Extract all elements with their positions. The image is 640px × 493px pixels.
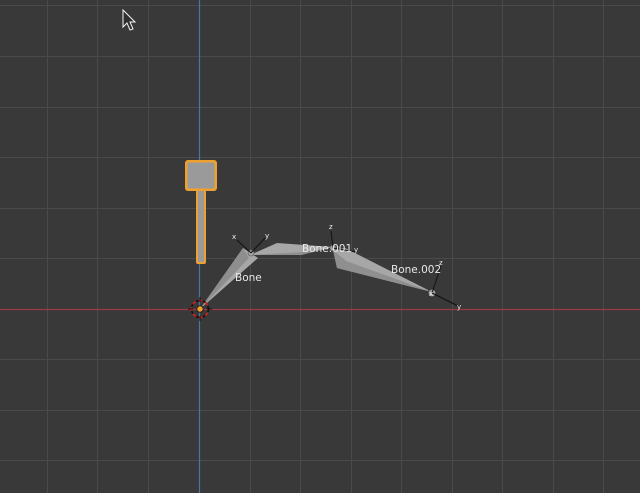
axis-letter-y: y: [354, 246, 358, 254]
3d-viewport[interactable]: x y z y z y x Bone Bone.001 Bone.002: [0, 0, 640, 493]
axis-letter-y: y: [457, 303, 461, 311]
viewport-canvas[interactable]: x y z y z y x Bone Bone.001 Bone.002: [0, 0, 640, 493]
axis-letter-z: z: [329, 223, 333, 231]
axis-letter-y: y: [265, 232, 269, 240]
axis-letter-x: x: [232, 233, 236, 241]
bone-label: Bone: [235, 272, 262, 284]
armature[interactable]: x y z y z y x Bone Bone.001 Bone.002: [200, 223, 461, 311]
mouse-pointer-icon: [122, 8, 137, 31]
bone-label: Bone.001: [302, 243, 352, 255]
light-object-icon[interactable]: [185, 160, 217, 264]
axis-letter-x: x: [429, 290, 433, 298]
bone-label: Bone.002: [391, 264, 441, 276]
